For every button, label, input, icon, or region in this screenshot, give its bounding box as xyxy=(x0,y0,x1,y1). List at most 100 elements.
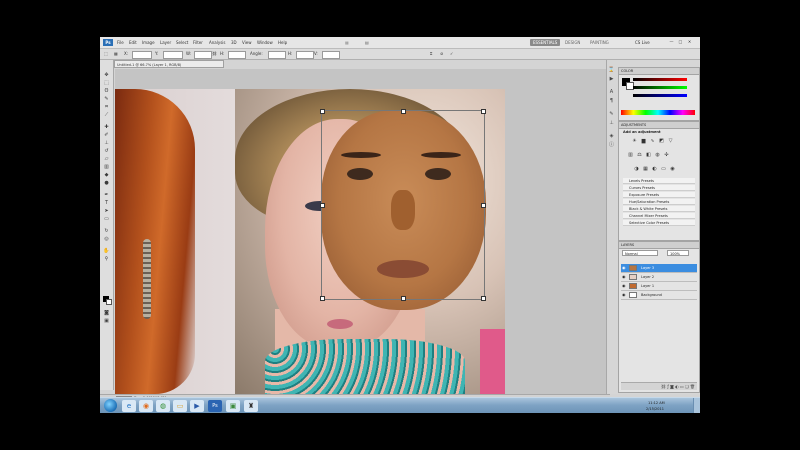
preset-item[interactable]: Curves Presets xyxy=(623,185,695,191)
transform-handle[interactable] xyxy=(320,296,325,301)
launch-bridge-icon[interactable]: ▦ xyxy=(345,39,349,46)
black-white-icon[interactable]: ◧ xyxy=(645,152,652,158)
y-field[interactable] xyxy=(163,51,183,59)
close-icon[interactable]: ✕ xyxy=(686,39,693,45)
mask-icon[interactable]: ◙ xyxy=(670,384,674,389)
dodge-icon[interactable]: ● xyxy=(103,180,110,186)
angle-field[interactable] xyxy=(268,51,286,59)
actions-panel-icon[interactable]: ▶ xyxy=(608,76,615,83)
quick-mask-icon[interactable]: ◙ xyxy=(103,310,110,316)
levels-icon[interactable]: ▆ xyxy=(640,138,647,144)
blur-icon[interactable]: ◆ xyxy=(103,172,110,178)
blue-slider[interactable] xyxy=(633,94,687,97)
3d-rotate-icon[interactable]: ↻ xyxy=(103,228,110,234)
curves-icon[interactable]: ∿ xyxy=(649,138,656,144)
brightness-contrast-icon[interactable]: ☀ xyxy=(631,138,638,144)
eyedropper-icon[interactable]: ⟋ xyxy=(103,112,110,118)
layer-row[interactable]: ◉ Layer 1 xyxy=(621,282,697,291)
character-panel-icon[interactable]: A xyxy=(608,89,615,96)
color-tab[interactable]: COLOR xyxy=(619,68,699,75)
selective-color-icon[interactable]: ◉ xyxy=(669,166,676,172)
history-panel-icon[interactable]: ⌛ xyxy=(608,67,615,74)
transform-handle[interactable] xyxy=(401,296,406,301)
x-field[interactable] xyxy=(132,51,152,59)
folder-icon[interactable]: ▭ xyxy=(680,384,684,389)
move-icon[interactable]: ✥ xyxy=(103,72,110,78)
document-tab[interactable]: Untitled-1 @ 66.7% (Layer 1, RGB/8) xyxy=(114,60,224,68)
layer-row[interactable]: ◉ Layer 2 xyxy=(621,273,697,282)
new-adjustment-icon[interactable]: ◐ xyxy=(675,384,679,389)
screen-mode-icon[interactable]: ▣ xyxy=(103,318,110,324)
ie-icon[interactable]: e xyxy=(122,400,136,412)
explorer-icon[interactable]: ▭ xyxy=(173,400,187,412)
firefox-icon[interactable]: ◉ xyxy=(139,400,153,412)
photo-viewer-icon[interactable]: ▣ xyxy=(226,400,240,412)
clone-stamp-icon[interactable]: ⊥ xyxy=(103,140,110,146)
brush-icon[interactable]: ✐ xyxy=(103,132,110,138)
layer-row[interactable]: ◉ Layer 3 xyxy=(621,264,697,273)
transform-handle[interactable] xyxy=(320,109,325,114)
preset-item[interactable]: Hue/Saturation Presets xyxy=(623,199,695,205)
menu-filter[interactable]: Filter xyxy=(193,39,203,46)
eye-icon[interactable]: ◉ xyxy=(622,292,627,297)
pen-icon[interactable]: ✒ xyxy=(103,192,110,198)
photoshop-taskbar-icon[interactable]: Ps xyxy=(208,400,222,412)
posterize-icon[interactable]: ▦ xyxy=(642,166,649,172)
media-player-icon[interactable]: ▶ xyxy=(190,400,204,412)
brushes-panel-icon[interactable]: ✎ xyxy=(608,111,615,118)
trash-icon[interactable]: 🗑 xyxy=(690,384,695,389)
fx-icon[interactable]: ƒ xyxy=(667,384,668,389)
hue-saturation-icon[interactable]: ▥ xyxy=(627,152,634,158)
menu-layer[interactable]: Layer xyxy=(160,39,171,46)
healing-icon[interactable]: ✚ xyxy=(103,124,110,130)
3d-panel-icon[interactable]: ◈ xyxy=(608,133,615,140)
menu-analysis[interactable]: Analysis xyxy=(209,39,225,46)
clone-source-panel-icon[interactable]: ⊥ xyxy=(608,120,615,127)
marquee-icon[interactable]: ⬚ xyxy=(103,80,110,86)
gradient-icon[interactable]: ▥ xyxy=(103,164,110,170)
channel-mixer-icon[interactable]: ✣ xyxy=(663,152,670,158)
cancel-transform-icon[interactable]: ⊘ xyxy=(440,51,443,57)
info-panel-icon[interactable]: ⓘ xyxy=(608,142,615,149)
transform-handle[interactable] xyxy=(320,203,325,208)
vibrance-icon[interactable]: ▽ xyxy=(667,138,674,144)
skew-v-field[interactable] xyxy=(322,51,340,59)
layers-tab[interactable]: LAYERS xyxy=(619,242,699,249)
path-select-icon[interactable]: ➤ xyxy=(103,208,110,214)
start-button[interactable] xyxy=(104,399,117,412)
menu-select[interactable]: Select xyxy=(176,39,188,46)
clock-time[interactable]: 11:12 AM xyxy=(648,401,665,405)
menu-image[interactable]: Image xyxy=(142,39,155,46)
background-color-swatch[interactable] xyxy=(106,299,112,305)
3d-orbit-icon[interactable]: ◎ xyxy=(103,236,110,242)
blend-mode-select[interactable]: Normal xyxy=(622,250,658,256)
minimize-icon[interactable]: — xyxy=(668,39,675,45)
show-desktop-button[interactable] xyxy=(693,398,700,413)
chrome-icon[interactable]: ◍ xyxy=(156,400,170,412)
transform-handle[interactable] xyxy=(481,203,486,208)
type-icon[interactable]: T xyxy=(103,200,110,206)
eraser-icon[interactable]: ▱ xyxy=(103,156,110,162)
transform-handle[interactable] xyxy=(481,109,486,114)
new-layer-icon[interactable]: ❏ xyxy=(685,384,689,389)
preset-item[interactable]: Channel Mixer Presets xyxy=(623,213,695,219)
menu-help[interactable]: Help xyxy=(278,39,287,46)
zoom-icon[interactable]: ⚲ xyxy=(103,256,110,262)
free-transform-box[interactable] xyxy=(320,109,486,301)
gradient-map-icon[interactable]: ▭ xyxy=(660,166,667,172)
lasso-icon[interactable]: ʘ xyxy=(103,88,110,94)
transform-handle[interactable] xyxy=(481,296,486,301)
paragraph-panel-icon[interactable]: ¶ xyxy=(608,98,615,105)
preset-item[interactable]: Selective Color Presets xyxy=(623,220,695,226)
preset-item[interactable]: Exposure Presets xyxy=(623,192,695,198)
adjustments-tab[interactable]: ADJUSTMENTS xyxy=(619,122,699,129)
color-spectrum[interactable] xyxy=(621,110,695,115)
menu-edit[interactable]: Edit xyxy=(129,39,137,46)
hand-icon[interactable]: ✋ xyxy=(103,248,110,254)
opacity-field[interactable]: 100% xyxy=(667,250,689,256)
photo-filter-icon[interactable]: ◍ xyxy=(654,152,661,158)
quick-select-icon[interactable]: ✎ xyxy=(103,96,110,102)
height-field[interactable] xyxy=(228,51,246,59)
red-slider[interactable] xyxy=(633,78,687,81)
link-layers-icon[interactable]: ⛓ xyxy=(661,384,666,389)
